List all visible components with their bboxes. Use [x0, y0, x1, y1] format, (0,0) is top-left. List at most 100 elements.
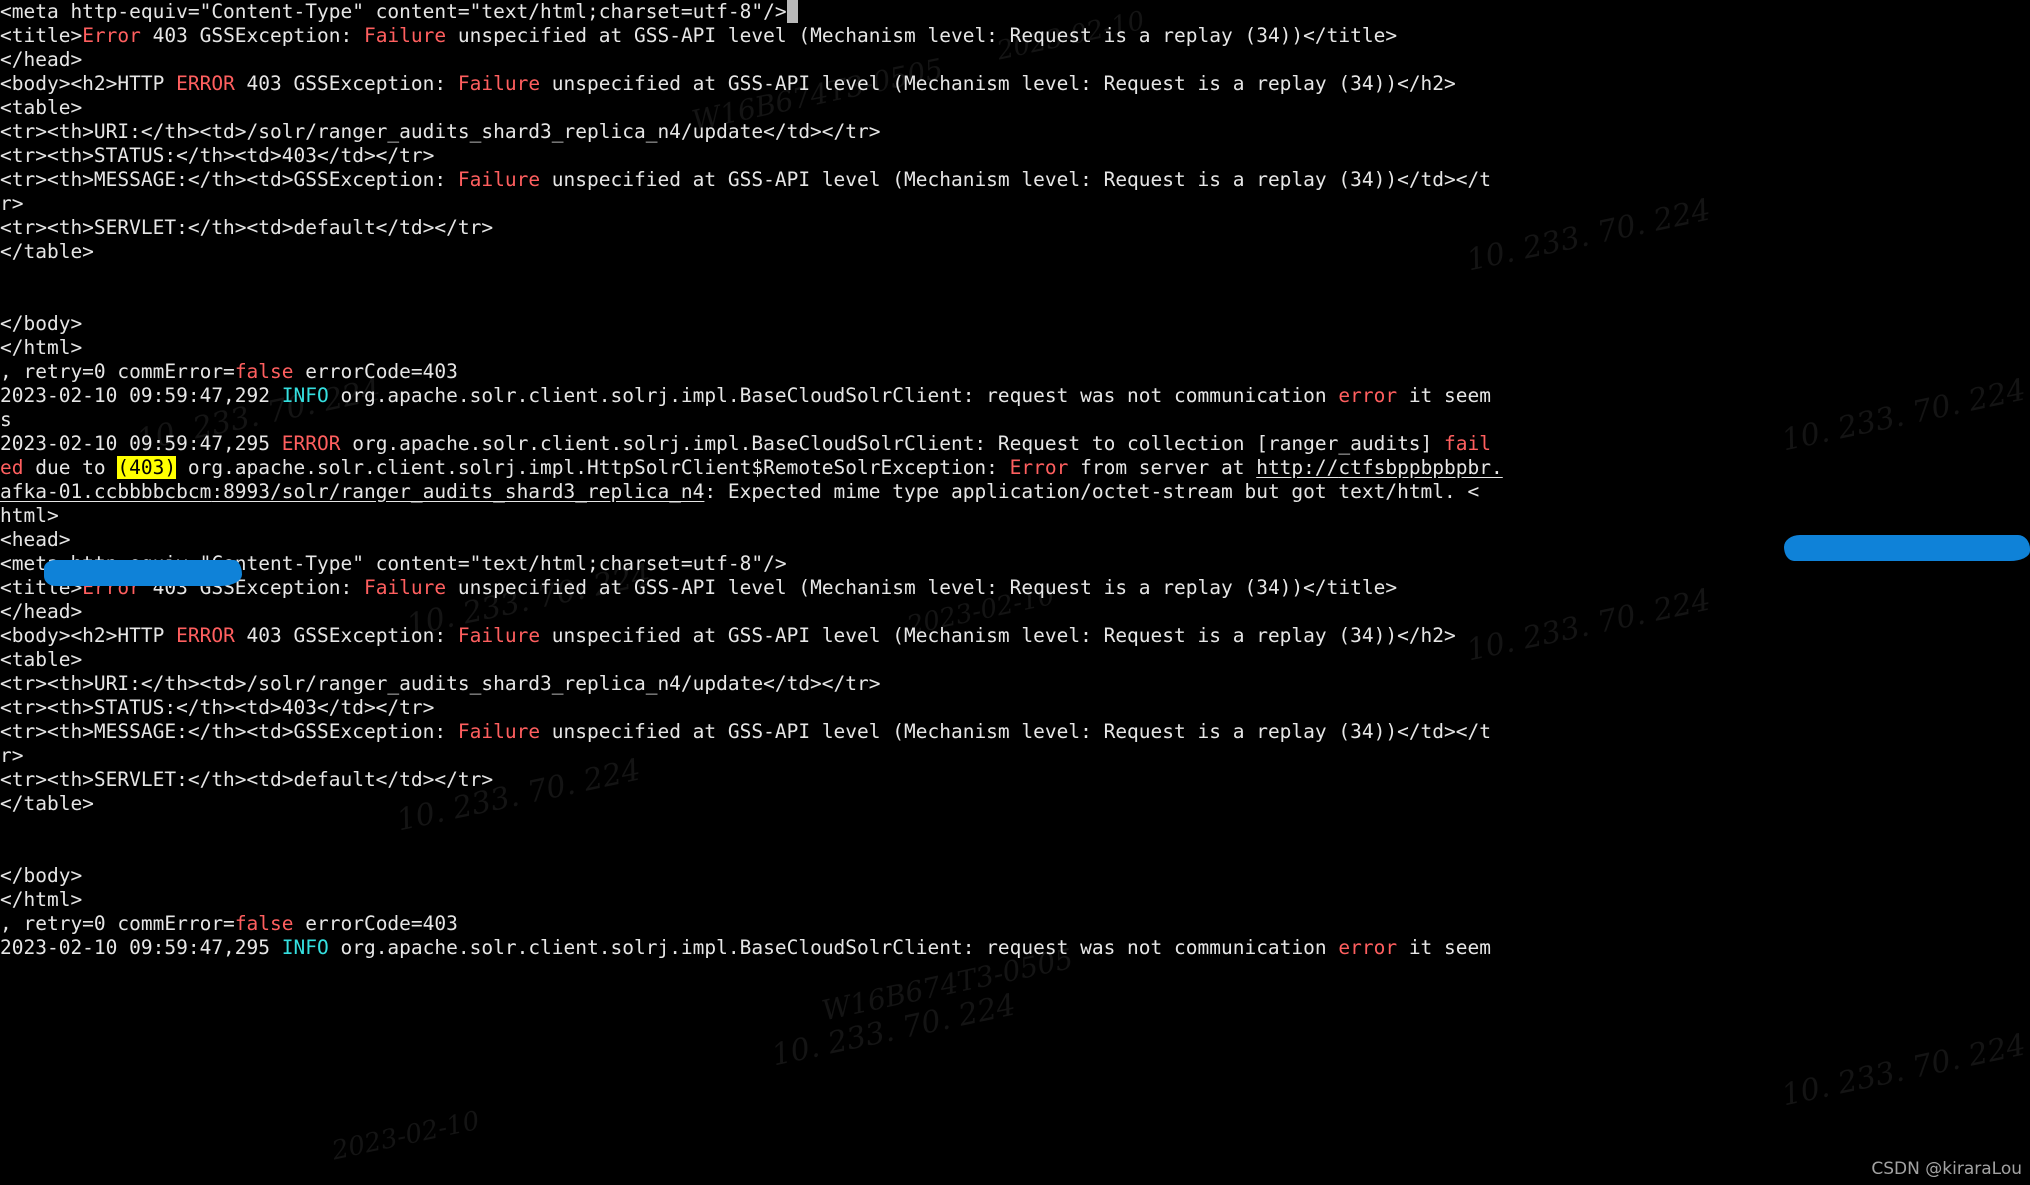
terminal-line: <body><h2>HTTP ERROR 403 GSSException: F… [0, 624, 2030, 648]
terminal-line: <tr><th>URI:</th><td>/solr/ranger_audits… [0, 120, 2030, 144]
log-text-segment: <body><h2>HTTP [0, 72, 177, 95]
log-text-segment: http:// [1256, 456, 1339, 479]
terminal-line: , retry=0 commError=false errorCode=403 [0, 912, 2030, 936]
terminal-line: <table> [0, 648, 2030, 672]
log-text-segment: </head> [0, 600, 83, 623]
terminal-line: <head> [0, 528, 2030, 552]
log-text-segment: afka-01.ccbbbbcbcm [0, 480, 212, 503]
log-text-segment: INFO [281, 936, 329, 959]
log-text-segment: unspecified at GSS-API level (Mechanism … [540, 720, 1492, 743]
log-text-segment: <tr><th>MESSAGE:</th><td>GSSException: [0, 168, 458, 191]
terminal-line: <tr><th>SERVLET:</th><td>default</td></t… [0, 768, 2030, 792]
terminal-screen[interactable]: 10. 233. 70. 224 10. 233. 70. 224 10. 233.… [0, 0, 2030, 1185]
log-text-segment: Failure [457, 72, 541, 95]
log-text-segment: 2023-02-10 09:59:47,292 [0, 384, 282, 407]
log-text-segment: 2023-02-10 09:59:47,295 [0, 936, 282, 959]
log-text-segment: org.apache.solr.client.solrj.impl.BaseCl… [328, 936, 1339, 959]
background-watermark: 2023-02-10 [329, 1105, 483, 1167]
terminal-line: <tr><th>STATUS:</th><td>403</td></tr> [0, 696, 2030, 720]
log-text-segment: it seem [1397, 936, 1491, 959]
log-text-segment: <table> [0, 96, 83, 119]
log-text-segment: errorCode=403 [293, 912, 458, 935]
log-text-segment: unspecified at GSS-API level (Mechanism … [540, 168, 1492, 191]
terminal-line: </html> [0, 336, 2030, 360]
terminal-line: r> [0, 744, 2030, 768]
terminal-line: 2023-02-10 09:59:47,295 INFO org.apache.… [0, 936, 2030, 960]
background-watermark: 10. 233. 70. 224 [1778, 1027, 2029, 1114]
log-text-segment: due to [23, 456, 118, 479]
terminal-line: <title>Error 403 GSSException: Failure u… [0, 24, 2030, 48]
terminal-line: <meta http-equiv="Content-Type" content=… [0, 552, 2030, 576]
log-text-segment: error [1338, 384, 1398, 407]
log-text-segment: 403 GSSException: [234, 72, 458, 95]
log-text-segment: , retry=0 commError= [0, 360, 235, 383]
log-text-segment: Failure [363, 24, 447, 47]
log-text-segment: : Expected mime type application/octet-s… [704, 480, 1480, 503]
terminal-line: s [0, 408, 2030, 432]
log-text-segment: fail [1444, 432, 1491, 455]
log-text-segment: <head> [0, 528, 71, 551]
log-text-segment: <title> [0, 576, 83, 599]
log-text-segment: <tr><th>STATUS:</th><td>403</td></tr> [0, 696, 435, 719]
log-text-segment: </table> [0, 792, 94, 815]
terminal-line: <tr><th>URI:</th><td>/solr/ranger_audits… [0, 672, 2030, 696]
log-text-segment: error [1338, 936, 1398, 959]
terminal-line: afka-01.ccbbbbcbcm:8993/solr/ranger_audi… [0, 480, 2030, 504]
terminal-line: <tr><th>MESSAGE:</th><td>GSSException: F… [0, 168, 2030, 192]
log-text-segment: <tr><th>SERVLET:</th><td>default</td></t… [0, 768, 494, 791]
log-text-segment: <tr><th>SERVLET:</th><td>default</td></t… [0, 216, 494, 239]
log-text-segment: ERROR [176, 624, 235, 647]
log-text-segment: Failure [457, 168, 541, 191]
log-text-segment: </body> [0, 864, 83, 887]
log-text-segment: <table> [0, 648, 83, 671]
log-text-segment: <meta http-equiv="Content-Type" content=… [0, 552, 787, 575]
log-text-segment: it seem [1397, 384, 1491, 407]
log-text-segment: (403) [117, 456, 177, 479]
terminal-line: <tr><th>SERVLET:</th><td>default</td></t… [0, 216, 2030, 240]
log-text-segment: , retry=0 commError= [0, 912, 235, 935]
log-text-segment: </html> [0, 336, 83, 359]
terminal-line: ed due to (403) org.apache.solr.client.s… [0, 456, 2030, 480]
log-text-segment: </html> [0, 888, 83, 911]
log-text-segment: <tr><th>STATUS:</th><td>403</td></tr> [0, 144, 435, 167]
terminal-line: html> [0, 504, 2030, 528]
terminal-line: </table> [0, 792, 2030, 816]
log-text-segment: </table> [0, 240, 94, 263]
log-text-segment: Failure [457, 720, 541, 743]
log-text-segment: org.apache.solr.client.solrj.impl.BaseCl… [340, 432, 1445, 455]
log-text-segment: <body><h2>HTTP [0, 624, 177, 647]
log-text-segment: r> [0, 192, 24, 215]
log-text-segment: <title> [0, 24, 83, 47]
log-text-segment: INFO [281, 384, 329, 407]
terminal-line: <table> [0, 96, 2030, 120]
log-text-segment: ERROR [176, 72, 235, 95]
log-text-segment: <tr><th>URI:</th><td>/solr/ranger_audits… [0, 672, 881, 695]
terminal-line: </table> [0, 240, 2030, 264]
terminal-line: </head> [0, 48, 2030, 72]
log-text-segment: unspecified at GSS-API level (Mechanism … [540, 624, 1456, 647]
log-text-segment: s [0, 408, 12, 431]
log-text-segment: org.apache.solr.client.solrj.impl.HttpSo… [176, 456, 1010, 479]
log-text-segment: false [234, 912, 294, 935]
terminal-line: <title>Error 403 GSSException: Failure u… [0, 576, 2030, 600]
log-text-segment: Failure [457, 624, 541, 647]
terminal-log-output[interactable]: <meta http-equiv="Content-Type" content=… [0, 0, 2030, 960]
terminal-line: 2023-02-10 09:59:47,292 INFO org.apache.… [0, 384, 2030, 408]
log-text-segment: unspecified at GSS-API level (Mechanism … [446, 24, 1398, 47]
terminal-line: <tr><th>MESSAGE:</th><td>GSSException: F… [0, 720, 2030, 744]
terminal-line: r> [0, 192, 2030, 216]
log-text-segment: false [234, 360, 294, 383]
terminal-line: </html> [0, 888, 2030, 912]
log-text-segment [786, 0, 799, 23]
terminal-line: <body><h2>HTTP ERROR 403 GSSException: F… [0, 72, 2030, 96]
terminal-line: , retry=0 commError=false errorCode=403 [0, 360, 2030, 384]
log-text-segment: ed [0, 456, 24, 479]
terminal-line: <tr><th>STATUS:</th><td>403</td></tr> [0, 144, 2030, 168]
log-text-segment: unspecified at GSS-API level (Mechanism … [540, 72, 1456, 95]
log-text-segment: errorCode=403 [293, 360, 458, 383]
terminal-line: </body> [0, 864, 2030, 888]
log-text-segment: Error [82, 24, 141, 47]
log-text-segment: </body> [0, 312, 83, 335]
